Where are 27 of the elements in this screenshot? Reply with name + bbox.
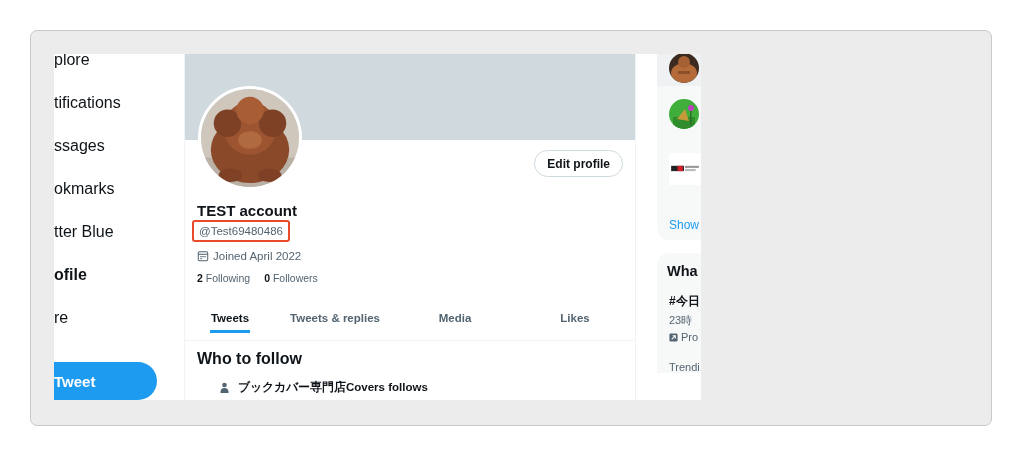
trend-name[interactable]: #今日 [669, 293, 701, 310]
edit-profile-button[interactable]: Edit profile [534, 150, 623, 177]
stat-link[interactable]: 0 Followers [264, 272, 318, 284]
section-title: Wha [667, 263, 699, 279]
promoted-icon [669, 332, 678, 342]
follow-context: ブックカバー専門店Covers follows [238, 380, 428, 395]
joined-date: Joined April 2022 [213, 250, 302, 262]
trend-category: Trendi [669, 361, 701, 373]
stat-link[interactable]: 2 Following [197, 272, 251, 284]
profile-tab[interactable]: Media [395, 304, 515, 340]
highlighted-handle: @Test69480486 [192, 220, 290, 242]
nav-item[interactable]: ofile [54, 268, 184, 312]
nav-item[interactable]: tifications [54, 96, 184, 140]
nav-item[interactable]: okmarks [54, 182, 184, 226]
profile-tab[interactable]: Likes [515, 304, 635, 340]
profile-tab[interactable]: Tweets [185, 304, 275, 340]
calendar-icon [197, 250, 209, 262]
nav-item[interactable]: ssages [54, 139, 184, 183]
nav-item[interactable]: re [54, 311, 184, 355]
nav-item[interactable]: tter Blue [54, 225, 184, 269]
trend-meta: 23時 [669, 313, 694, 328]
profile-tab[interactable]: Tweets & replies [275, 304, 395, 340]
promoted-label: Pro [681, 331, 699, 343]
nav-item[interactable]: plore [54, 54, 184, 97]
person-icon [219, 382, 230, 393]
section-title: Who to follow [197, 350, 303, 368]
profile-name: TEST account [197, 202, 297, 220]
